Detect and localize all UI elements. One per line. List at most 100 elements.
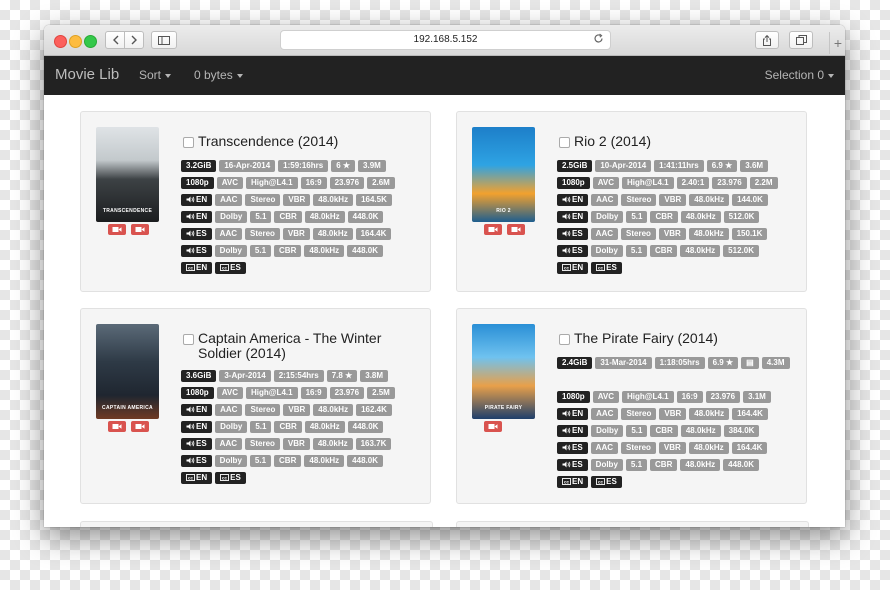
- browser-window: 192.168.5.152 + Movie Lib Sort 0 bytes S…: [44, 25, 845, 527]
- trailer-buttons: [484, 224, 525, 235]
- badge-text: 1080p: [562, 392, 585, 401]
- address-bar[interactable]: 192.168.5.152: [280, 30, 611, 50]
- info-badge: CBR: [274, 455, 302, 467]
- badge-text: Dolby: [220, 422, 243, 431]
- badge-text: 31-Mar-2014: [600, 358, 647, 367]
- movie-card[interactable]: RIO 2 Rio 2 (2014) 2.5GiB 10-Apr-2014 1:41:1…: [456, 111, 807, 292]
- play-trailer-button[interactable]: [131, 421, 149, 432]
- sidebar-icon: [158, 35, 170, 45]
- badge-text: CBR: [279, 212, 297, 221]
- share-button[interactable]: [755, 31, 779, 49]
- badge-text: 164.4K: [737, 409, 763, 418]
- back-button[interactable]: [105, 31, 125, 49]
- play-trailer-button[interactable]: [507, 224, 525, 235]
- movie-poster[interactable]: RIO 2: [472, 127, 535, 222]
- info-badge: 16:9: [300, 177, 327, 189]
- info-badge: 23.976: [705, 391, 741, 403]
- app-brand[interactable]: Movie Lib: [55, 66, 119, 83]
- badge-text: 384.0K: [728, 426, 755, 435]
- info-badge: CBR: [650, 211, 678, 223]
- movie-card-partial[interactable]: [80, 521, 433, 527]
- info-badge: CBR: [650, 245, 678, 257]
- sidebar-toggle-button[interactable]: [151, 31, 177, 49]
- play-trailer-button[interactable]: [484, 224, 502, 235]
- select-checkbox[interactable]: [559, 334, 570, 345]
- select-checkbox[interactable]: [559, 137, 570, 148]
- movie-card[interactable]: TRANSCENDENCE Transcendence (2014) 3.2GiB 1…: [80, 111, 431, 292]
- reload-icon[interactable]: [593, 33, 604, 51]
- svg-text:cc: cc: [598, 479, 604, 484]
- info-badge: VBR: [659, 408, 687, 420]
- info-badge: 2:15:54hrs: [273, 370, 324, 382]
- movie-poster[interactable]: TRANSCENDENCE: [96, 127, 159, 222]
- badge-text: ES: [572, 246, 583, 255]
- info-badge: High@L4.1: [621, 391, 674, 403]
- info-badge: 512.0K: [723, 245, 759, 257]
- badge-text: Dolby: [219, 246, 242, 255]
- tabs-button[interactable]: [789, 31, 813, 49]
- badge-text: EN: [196, 405, 208, 414]
- svg-text:cc: cc: [222, 475, 228, 480]
- info-badge: 384.0K: [723, 425, 760, 437]
- file-size-badge: 2.4GiB: [557, 357, 593, 369]
- badge-text: 150.1K: [736, 229, 763, 238]
- info-badge: 5.1: [249, 455, 272, 467]
- poster-title: RIO 2: [496, 208, 511, 214]
- badge-text: High@L4.1: [250, 388, 293, 397]
- badge-row: 2.4GiB 31-Mar-2014 1:18:05hrs 6.9 ★ ▤ 4.3M: [557, 357, 800, 374]
- badge-text: 48.0kHz: [685, 246, 716, 255]
- info-badge: 5.1: [249, 245, 272, 257]
- play-trailer-button[interactable]: [108, 224, 126, 235]
- audio-language-badge: EN: [557, 425, 589, 437]
- badge-text: EN: [572, 263, 584, 272]
- info-badge: VBR: [658, 442, 686, 454]
- badge-row: 3.6GiB 3-Apr-2014 2:15:54hrs 7.8 ★ 3.8M: [181, 370, 424, 387]
- info-badge: 48.0kHz: [304, 455, 345, 467]
- forward-button[interactable]: [124, 31, 144, 49]
- zoom-window-button[interactable]: [84, 35, 97, 48]
- badge-text: EN: [196, 212, 208, 221]
- movie-card[interactable]: CAPTAIN AMERICA Captain America - The Win…: [80, 308, 431, 504]
- selection-dropdown[interactable]: Selection 0: [765, 68, 834, 82]
- badge-row: 1080p AVC High@L4.1 16:9 23.976 2.6M: [181, 177, 424, 194]
- size-dropdown[interactable]: 0 bytes: [194, 68, 243, 82]
- badge-text: 23.976: [334, 178, 360, 187]
- close-window-button[interactable]: [54, 35, 67, 48]
- badge-text: 512.0K: [728, 246, 754, 255]
- info-badge: AAC: [214, 228, 243, 240]
- badge-text: 2.5M: [372, 388, 390, 397]
- info-badge: 48.0kHz: [689, 408, 730, 420]
- movie-poster[interactable]: PIRATE FAIRY: [472, 324, 535, 419]
- badge-text: 3.6M: [745, 161, 764, 170]
- badge-text: Stereo: [250, 405, 276, 414]
- minimize-window-button[interactable]: [69, 35, 82, 48]
- select-checkbox[interactable]: [183, 137, 194, 148]
- badge-text: 6.9 ★: [711, 161, 733, 170]
- movie-card-partial[interactable]: [456, 521, 809, 527]
- badge-row: EN Dolby 5.1 CBR 48.0kHz 384.0K: [557, 425, 800, 442]
- select-checkbox[interactable]: [183, 334, 194, 345]
- badge-text: 16:9: [681, 392, 698, 401]
- badge-text: Stereo: [250, 439, 275, 448]
- info-badge: 2.5M: [367, 387, 395, 399]
- info-badge: 448.0K: [723, 459, 759, 471]
- audio-language-badge: EN: [557, 211, 589, 223]
- movie-card[interactable]: PIRATE FAIRY The Pirate Fairy (2014) 2.4Gi…: [456, 308, 807, 504]
- new-tab-button[interactable]: +: [829, 32, 845, 54]
- audio-language-badge: EN: [181, 211, 213, 223]
- movie-title-row: The Pirate Fairy (2014): [559, 331, 796, 346]
- badge-text: 48.0kHz: [317, 439, 348, 448]
- info-badge: Dolby: [215, 421, 248, 433]
- info-badge: 448.0K: [347, 245, 383, 257]
- video-camera-icon: [135, 227, 145, 232]
- movie-poster[interactable]: CAPTAIN AMERICA: [96, 324, 159, 419]
- subtitles-icon: cc: [220, 264, 230, 271]
- play-trailer-button[interactable]: [108, 421, 126, 432]
- play-trailer-button[interactable]: [131, 224, 149, 235]
- info-badge: 5.1: [625, 245, 648, 257]
- play-trailer-button[interactable]: [484, 421, 502, 432]
- info-badge: Stereo: [621, 194, 657, 206]
- badge-text: ES: [196, 246, 207, 255]
- info-badge: AAC: [590, 228, 619, 240]
- sort-dropdown[interactable]: Sort: [139, 68, 172, 82]
